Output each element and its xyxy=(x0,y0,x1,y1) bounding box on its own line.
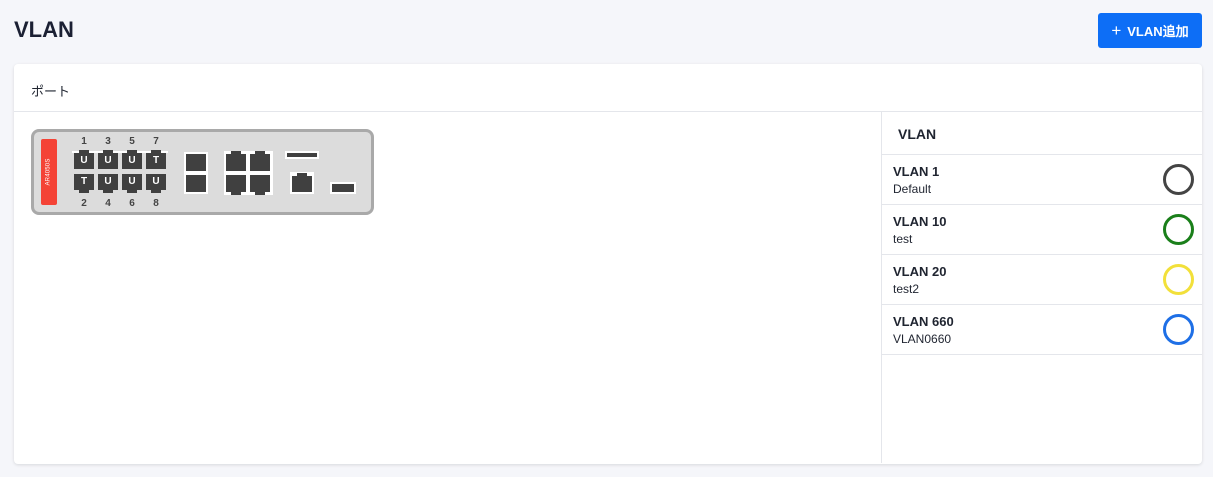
add-vlan-button[interactable]: + VLAN追加 xyxy=(1098,13,1202,48)
plus-icon: + xyxy=(1111,20,1122,40)
device-brand-label: AR4050S xyxy=(41,139,57,205)
vlan-list-item[interactable]: VLAN 20 test2 xyxy=(882,255,1202,305)
vlan-name: VLAN 10 xyxy=(893,214,947,229)
port-number: 3 xyxy=(105,136,111,147)
ports-card-title: ポート xyxy=(14,64,1202,112)
port-6[interactable]: U xyxy=(122,174,142,193)
vlan-panel-title: VLAN xyxy=(882,112,1202,155)
vlan-list-item[interactable]: VLAN 660 VLAN0660 xyxy=(882,305,1202,355)
usb-port[interactable] xyxy=(332,184,354,192)
port-3[interactable]: U xyxy=(98,150,118,169)
port-number: 4 xyxy=(105,198,111,209)
vlan-description: test xyxy=(893,232,913,246)
port-7[interactable]: T xyxy=(146,150,166,169)
port-number: 8 xyxy=(153,198,159,209)
switch-device: AR4050S 1 3 5 7 U U U T T U U U 2 4 6 8 xyxy=(31,129,374,215)
vlan-list-item[interactable]: VLAN 10 test xyxy=(882,205,1202,255)
vlan-description: VLAN0660 xyxy=(893,332,952,346)
device-model: AR4050S xyxy=(46,158,52,186)
ports-card: ポート AR4050S 1 3 5 7 U U U T T U U U 2 4 … xyxy=(14,64,1202,464)
port-8[interactable]: U xyxy=(146,174,166,193)
device-pane: AR4050S 1 3 5 7 U U U T T U U U 2 4 6 8 xyxy=(14,112,881,463)
wan-port[interactable] xyxy=(226,175,246,195)
wan-port[interactable] xyxy=(250,175,270,195)
wan-port[interactable] xyxy=(250,151,270,171)
vlan-description: Default xyxy=(893,182,932,196)
port-1[interactable]: U xyxy=(74,150,94,169)
port-number: 7 xyxy=(153,136,159,147)
ports-card-body: AR4050S 1 3 5 7 U U U T T U U U 2 4 6 8 … xyxy=(14,112,1202,463)
console-port[interactable] xyxy=(292,173,312,192)
port-5[interactable]: U xyxy=(122,150,142,169)
port-number: 6 xyxy=(129,198,135,209)
port-number: 2 xyxy=(81,198,87,209)
port-number: 1 xyxy=(81,136,87,147)
vlan-description: test2 xyxy=(893,282,920,296)
card-slot xyxy=(287,153,317,157)
vlan-color-ring-icon[interactable] xyxy=(1163,214,1194,245)
port-number: 5 xyxy=(129,136,135,147)
sfp-port[interactable] xyxy=(186,175,206,192)
vlan-name: VLAN 20 xyxy=(893,264,947,279)
wan-port[interactable] xyxy=(226,151,246,171)
port-2[interactable]: T xyxy=(74,174,94,193)
sfp-port[interactable] xyxy=(186,154,206,171)
vlan-name: VLAN 1 xyxy=(893,164,940,179)
page-title: VLAN xyxy=(14,17,74,42)
vlan-color-ring-icon[interactable] xyxy=(1163,264,1194,295)
port-4[interactable]: U xyxy=(98,174,118,193)
vlan-name: VLAN 660 xyxy=(893,314,954,329)
vlan-color-ring-icon[interactable] xyxy=(1163,164,1194,195)
vlan-list-item[interactable]: VLAN 1 Default xyxy=(882,155,1202,205)
vlan-color-ring-icon[interactable] xyxy=(1163,314,1194,345)
add-vlan-label: VLAN追加 xyxy=(1127,24,1189,39)
vlan-panel: VLAN VLAN 1 Default VLAN 10 test VLAN 20… xyxy=(881,112,1202,463)
